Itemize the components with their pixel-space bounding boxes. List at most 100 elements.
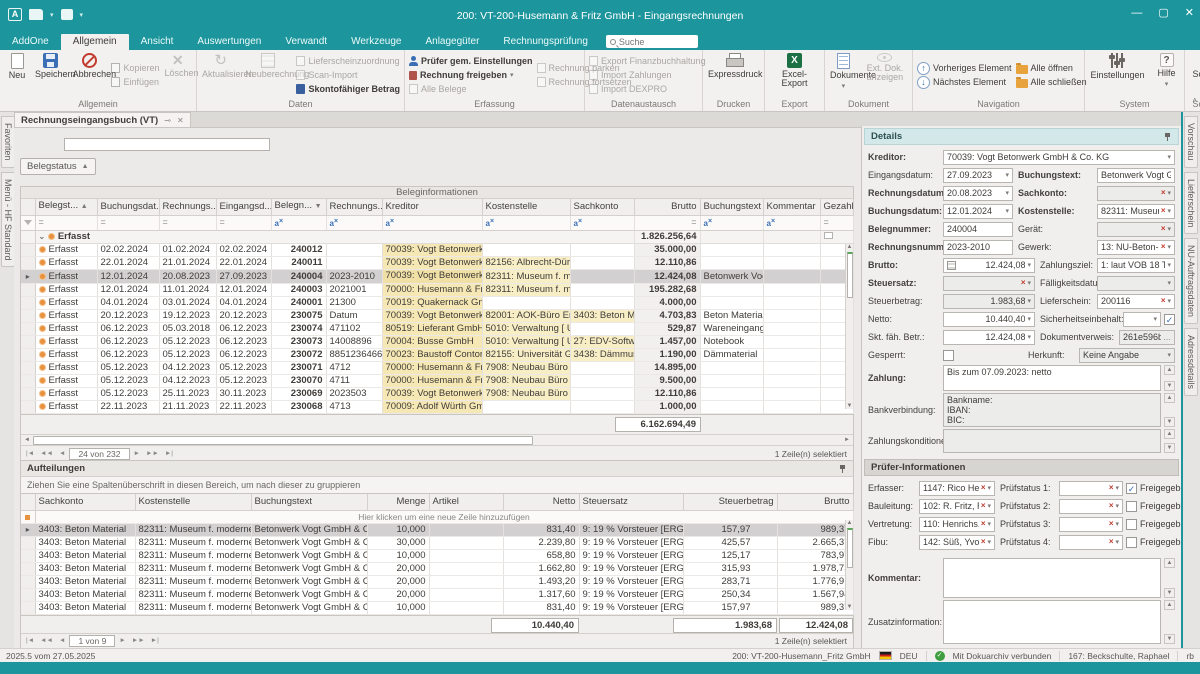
cell-steuersatz[interactable]: 9: 19 % Vorsteuer [ERG] (579, 562, 683, 575)
alle-belege-button[interactable]: Alle Belege (409, 84, 533, 95)
cell-steuerbetrag[interactable]: 157,97 (683, 601, 777, 614)
scroll-up-icon[interactable]: ▲ (1164, 393, 1175, 403)
chevron-down-icon[interactable]: ▾ (1027, 279, 1031, 287)
chevron-down-icon[interactable]: ▾ (987, 502, 991, 510)
cell-buchungstext[interactable]: Betonwerk Vogt GmbH & Co. KG / Be... (251, 523, 367, 536)
skontofaehiger-betrag-button[interactable]: Skontofähiger Betrag (296, 84, 400, 95)
abbrechen-button[interactable]: Abbrechen (70, 52, 110, 98)
cell-rechnungsnummer[interactable]: 471102 (326, 323, 382, 336)
chevron-down-icon[interactable]: ▾ (1005, 207, 1009, 215)
cell-brutto[interactable]: 1.776,91 (777, 575, 853, 588)
cell-brutto[interactable]: 1.567,94 (777, 588, 853, 601)
chevron-down-icon[interactable]: ▾ (1167, 351, 1171, 359)
cell-rechnungsnummer[interactable]: 2021001 (326, 284, 382, 297)
filter-belegnummer[interactable]: a (271, 215, 326, 231)
filter-gezahlt[interactable]: = (820, 215, 853, 231)
cell-steuerbetrag[interactable]: 125,17 (683, 549, 777, 562)
clear-icon[interactable]: × (1161, 207, 1166, 215)
cell-steuerbetrag[interactable]: 315,93 (683, 562, 777, 575)
cell-kostenstelle[interactable]: 82001: AOK-Büro Erweiterung... (482, 310, 570, 323)
cell-netto[interactable]: 1.662,80 (503, 562, 579, 575)
cell-rechnungsdatum[interactable]: 25.11.2023 (159, 388, 216, 401)
freigegeben4-checkbox[interactable]: ✓ (1126, 537, 1137, 548)
cell-buchungsdatum[interactable]: 12.01.2024 (97, 270, 159, 284)
clear-icon[interactable]: × (1109, 502, 1114, 510)
cell-kostenstelle[interactable]: 5010: Verwaltung [ Umlagen ] (482, 323, 570, 336)
cell-rechnungsnummer[interactable]: 8851236466 (326, 349, 382, 362)
cell-buchungsdatum[interactable]: 05.12.2023 (97, 375, 159, 388)
cell-steuersatz[interactable]: 9: 19 % Vorsteuer [ERG] (579, 601, 683, 614)
cell-buchungstext[interactable]: Betonwerk Vogt GmbH & C... (700, 270, 763, 284)
cell-kreditor[interactable]: 70039: Vogt Betonwerk Gmb... (382, 388, 482, 401)
cell-eingangsdatum[interactable]: 06.12.2023 (216, 323, 271, 336)
cell-kreditor[interactable]: 70000: Husemann & Fritz Gm... (382, 284, 482, 297)
filter-rechnungsdatum[interactable]: = (159, 215, 216, 231)
cell-kostenstelle[interactable] (482, 297, 570, 310)
neu-button[interactable]: Neu (2, 52, 32, 98)
clear-icon[interactable]: × (1109, 520, 1114, 528)
cell-artikel[interactable] (429, 549, 503, 562)
cell-sachkonto[interactable] (570, 257, 634, 270)
scan-import-button[interactable]: Scan-Import (296, 70, 400, 81)
pager-next-icon[interactable]: ► (132, 450, 142, 457)
erfasser-field[interactable]: 1147: Rico Hens×▾ (919, 481, 995, 496)
cell-kreditor[interactable]: 70039: Vogt Betonwerk Gmb... (382, 310, 482, 323)
vertical-scrollbar[interactable]: ▲ ▼ (845, 520, 853, 610)
horizontal-scrollbar[interactable]: ◄ ► (21, 434, 853, 445)
cell-brutto[interactable]: 2.665,37 (777, 536, 853, 549)
cell-sachkonto[interactable]: 3403: Beton Material (35, 562, 135, 575)
neuberechnung-button[interactable]: Neuberechnung (242, 52, 294, 98)
pager-last-icon[interactable]: ►| (149, 637, 161, 644)
cell-belegnummer[interactable]: 230069 (271, 388, 326, 401)
invoice-row[interactable]: Erfasst 06.12.2023 05.12.2023 06.12.2023… (21, 349, 853, 362)
clear-icon[interactable]: × (1161, 243, 1166, 251)
cell-belegnummer[interactable]: 240001 (271, 297, 326, 310)
sicherheitseinbehalt-field[interactable]: ▾ (1123, 312, 1161, 327)
kommentar-textarea[interactable] (943, 558, 1161, 598)
cell-buchungsdatum[interactable]: 05.12.2023 (97, 362, 159, 375)
cell-kommentar[interactable] (763, 284, 820, 297)
cell-sachkonto[interactable] (570, 297, 634, 310)
cell-brutto[interactable]: 4.703,83 (634, 310, 700, 323)
cell-eingangsdatum[interactable]: 05.12.2023 (216, 375, 271, 388)
scroll-down-icon[interactable]: ▼ (847, 403, 853, 409)
cell-sachkonto[interactable] (570, 284, 634, 297)
brutto-field[interactable]: 12.424,08▾ (943, 258, 1035, 273)
dokumentverweis-field[interactable]: 261e596b-786f-4...… (1119, 330, 1175, 345)
cell-eingangsdatum[interactable]: 06.12.2023 (216, 336, 271, 349)
cell-sachkonto[interactable]: 3403: Beton Material (35, 588, 135, 601)
cell-rechnungsdatum[interactable]: 20.08.2023 (159, 270, 216, 284)
cell-buchungstext[interactable]: Notebook (700, 336, 763, 349)
cell-rechnungsnummer[interactable] (326, 244, 382, 257)
steuerbetrag-field[interactable]: 1.983,68▾ (943, 294, 1035, 309)
cell-artikel[interactable] (429, 562, 503, 575)
cell-buchungstext[interactable]: Betonwerk Vogt GmbH & Co. KG / Be... (251, 575, 367, 588)
pruefstatus2-field[interactable]: ×▾ (1059, 499, 1123, 514)
cell-rechnungsnummer[interactable]: Datum (326, 310, 382, 323)
cell-steuersatz[interactable]: 9: 19 % Vorsteuer [ERG] (579, 588, 683, 601)
group-row-erfasst[interactable]: ⌄ Erfasst 1.826.256,64 (21, 231, 853, 244)
cell-kommentar[interactable] (763, 310, 820, 323)
cell-netto[interactable]: 658,80 (503, 549, 579, 562)
col-gezahlt[interactable]: Gezahlt (820, 199, 853, 215)
spin-up-icon[interactable]: ▲ (1164, 365, 1175, 375)
cell-rechnungsdatum[interactable]: 21.01.2024 (159, 257, 216, 270)
einfuegen-button[interactable]: Einfügen (111, 77, 159, 88)
cell-rechnungsnummer[interactable]: 14008896 (326, 336, 382, 349)
cell-sachkonto[interactable]: 3403: Beton Mate... (570, 310, 634, 323)
cell-buchungsdatum[interactable]: 20.12.2023 (97, 310, 159, 323)
cell-menge[interactable]: 20,000 (367, 575, 429, 588)
cell-kostenstelle[interactable]: 82311: Museum f. moderne K... (482, 270, 570, 284)
kostenstelle-field[interactable]: 82311: Museum f. m×▾ (1097, 204, 1175, 219)
cell-sachkonto[interactable]: 3403: Beton Material (35, 575, 135, 588)
ribbon-collapse-icon[interactable]: ˄ (1192, 96, 1197, 105)
rechnungsdatum-field[interactable]: 20.08.2023▾ (943, 186, 1013, 201)
cell-sachkonto[interactable]: 3403: Beton Material (35, 536, 135, 549)
cell-kommentar[interactable] (763, 336, 820, 349)
chevron-down-icon[interactable]: ▾ (1005, 171, 1009, 179)
cell-belegnummer[interactable]: 230073 (271, 336, 326, 349)
clear-icon[interactable]: × (981, 502, 986, 510)
aufteilung-row[interactable]: 3403: Beton Material 82311: Museum f. mo… (21, 549, 853, 562)
cell-buchungstext[interactable] (700, 375, 763, 388)
cell-artikel[interactable] (429, 523, 503, 536)
